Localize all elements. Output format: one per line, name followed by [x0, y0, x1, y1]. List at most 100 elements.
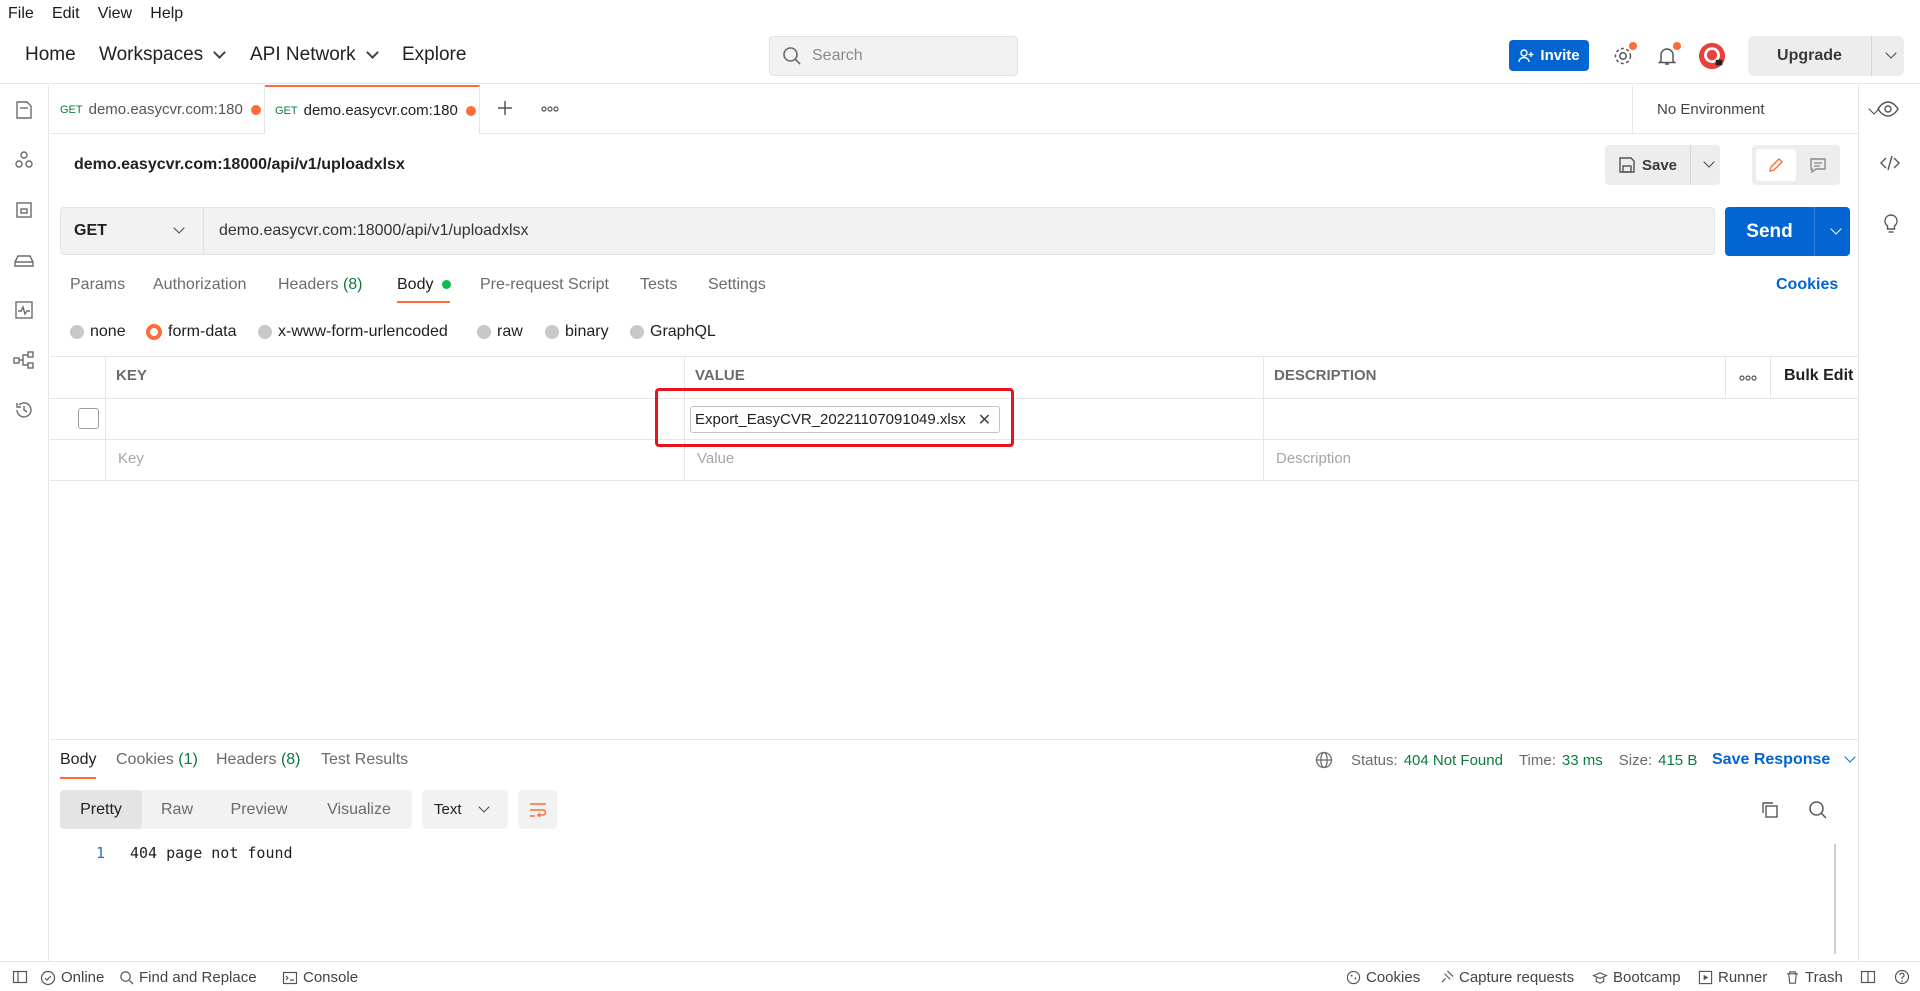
environments-button[interactable]: [12, 198, 36, 222]
radio-form-data[interactable]: form-data: [146, 323, 236, 341]
status-value[interactable]: 404 Not Found: [1404, 752, 1503, 769]
menu-help[interactable]: Help: [150, 5, 183, 22]
code-line: 404 page not found: [130, 844, 293, 862]
size-value[interactable]: 415 B: [1658, 752, 1697, 769]
toggle-sidebar-button[interactable]: [12, 969, 28, 985]
upgrade-button[interactable]: Upgrade: [1748, 36, 1904, 76]
eye-icon: [1877, 101, 1899, 117]
apis-button[interactable]: [12, 148, 36, 172]
online-status[interactable]: Online: [40, 969, 104, 986]
response-tab-headers[interactable]: Headers (8): [216, 751, 301, 769]
help-button[interactable]: [1894, 969, 1910, 985]
find-replace-button[interactable]: Find and Replace: [119, 969, 257, 986]
format-select[interactable]: Text: [422, 790, 508, 829]
request-tab-active[interactable]: GET demo.easycvr.com:180: [265, 85, 480, 134]
runner-button[interactable]: Runner: [1698, 969, 1767, 986]
request-tab[interactable]: GET demo.easycvr.com:180: [50, 85, 265, 134]
tab-params[interactable]: Params: [70, 276, 125, 294]
radio-none[interactable]: none: [70, 323, 126, 341]
unsaved-dot: [250, 104, 261, 115]
view-raw[interactable]: Raw: [142, 790, 212, 829]
edit-mode-button[interactable]: [1756, 149, 1796, 181]
save-button-content: Save: [1605, 145, 1690, 185]
response-tab-test-results[interactable]: Test Results: [321, 751, 408, 769]
environment-quick-look-button[interactable]: [1877, 99, 1899, 123]
chevron-down-icon: [1829, 222, 1842, 235]
response-tab-cookies[interactable]: Cookies (1): [116, 751, 198, 769]
flows-button[interactable]: [12, 348, 36, 372]
wrap-lines-button[interactable]: [518, 790, 557, 829]
time-value[interactable]: 33 ms: [1562, 752, 1603, 769]
radio-graphql[interactable]: GraphQL: [630, 323, 716, 341]
tab-pre-request-script[interactable]: Pre-request Script: [480, 276, 609, 294]
tab-tests[interactable]: Tests: [640, 276, 677, 294]
tips-button[interactable]: [1881, 213, 1901, 239]
save-response-button[interactable]: Save Response: [1712, 751, 1856, 769]
comments-mode-button[interactable]: [1800, 149, 1836, 181]
settings-button[interactable]: [1609, 42, 1637, 70]
console-button[interactable]: Console: [282, 969, 358, 986]
upgrade-dropdown[interactable]: [1872, 47, 1904, 59]
radio-x-www-form-urlencoded[interactable]: x-www-form-urlencoded: [258, 323, 448, 341]
collections-button[interactable]: [12, 98, 36, 122]
capture-requests-button[interactable]: Capture requests: [1439, 969, 1574, 986]
nav-home[interactable]: Home: [25, 44, 76, 66]
save-dropdown[interactable]: [1690, 145, 1720, 185]
invite-button[interactable]: Invite: [1509, 40, 1589, 71]
response-tab-body[interactable]: Body: [60, 751, 96, 769]
send-button[interactable]: Send: [1725, 207, 1850, 256]
bulk-edit-button[interactable]: Bulk Edit: [1784, 367, 1853, 385]
help-icon: [1894, 969, 1910, 985]
environment-select[interactable]: No Environment: [1632, 85, 1908, 134]
view-pretty[interactable]: Pretty: [60, 790, 142, 829]
request-title[interactable]: demo.easycvr.com:18000/api/v1/uploadxlsx: [74, 156, 405, 174]
code-snippet-button[interactable]: [1879, 153, 1901, 177]
menu-edit[interactable]: Edit: [52, 5, 80, 22]
search-input[interactable]: Search: [769, 36, 1018, 76]
online-label: Online: [61, 969, 105, 986]
size-label: Size:: [1618, 751, 1653, 769]
wrap-icon: [529, 802, 546, 818]
notifications-button[interactable]: [1653, 42, 1681, 70]
cookies-button[interactable]: Cookies: [1346, 969, 1420, 986]
menu-view[interactable]: View: [98, 5, 132, 22]
two-pane-view-button[interactable]: [1860, 969, 1876, 985]
top-header: Home Workspaces API Network Explore Sear…: [0, 28, 1920, 84]
nav-api-network[interactable]: API Network: [250, 44, 379, 66]
menu-file[interactable]: File: [8, 5, 34, 22]
response-body[interactable]: 1 404 page not found: [50, 844, 293, 862]
description-input[interactable]: Description: [1276, 450, 1351, 467]
new-tab-button[interactable]: [495, 98, 515, 122]
tab-authorization[interactable]: Authorization: [153, 276, 246, 294]
value-input[interactable]: Value: [697, 450, 734, 467]
bootcamp-button[interactable]: Bootcamp: [1592, 969, 1681, 986]
method-select[interactable]: GET: [61, 208, 204, 254]
save-label: Save: [1641, 156, 1678, 174]
tab-headers[interactable]: Headers (8): [278, 276, 363, 294]
tab-settings[interactable]: Settings: [708, 276, 766, 294]
mock-servers-button[interactable]: [12, 248, 36, 272]
view-visualize[interactable]: Visualize: [306, 790, 412, 829]
url-input[interactable]: demo.easycvr.com:18000/api/v1/uploadxlsx: [204, 222, 529, 240]
row-checkbox[interactable]: [78, 408, 99, 429]
history-button[interactable]: [12, 398, 36, 422]
table-options-button[interactable]: [1738, 368, 1758, 392]
copy-button[interactable]: [1760, 800, 1780, 824]
search-response-button[interactable]: [1808, 800, 1828, 824]
cookies-link[interactable]: Cookies: [1776, 276, 1838, 294]
tab-options-button[interactable]: [540, 99, 560, 123]
globe-icon[interactable]: [1315, 751, 1333, 769]
avatar[interactable]: [1698, 42, 1726, 70]
nav-workspaces[interactable]: Workspaces: [99, 44, 227, 66]
radio-binary[interactable]: binary: [545, 323, 609, 341]
tab-body[interactable]: Body: [397, 276, 451, 294]
view-preview[interactable]: Preview: [212, 790, 306, 829]
send-dropdown[interactable]: [1815, 222, 1850, 235]
monitors-button[interactable]: [12, 298, 36, 322]
trash-button[interactable]: Trash: [1785, 969, 1843, 986]
key-input[interactable]: Key: [118, 450, 144, 467]
console-icon: [282, 971, 298, 984]
scrollbar[interactable]: [1834, 844, 1836, 954]
nav-explore[interactable]: Explore: [402, 44, 466, 66]
radio-raw[interactable]: raw: [477, 323, 523, 341]
